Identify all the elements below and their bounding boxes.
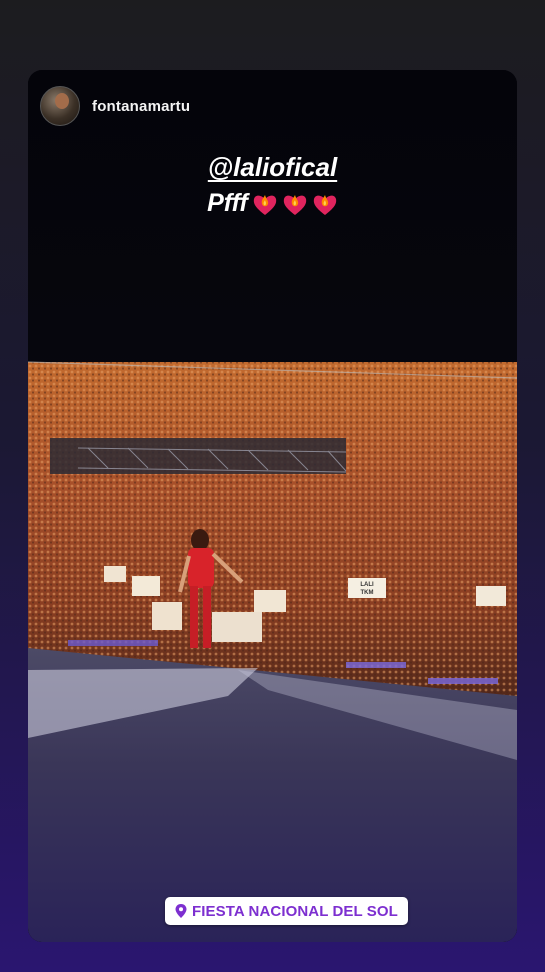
location-label: FIESTA NACIONAL DEL SOL [192,902,398,920]
avatar[interactable] [40,86,80,126]
crowd-sign-text-2: TKM [361,590,374,596]
heart-on-fire-icon [253,194,277,215]
crowd-sign-text-1: LALI [360,582,374,588]
heart-on-fire-icon [283,194,307,215]
caption-text: Pfff [207,189,248,217]
username[interactable]: fontanamartu [92,98,190,115]
heart-on-fire-icon [313,194,337,215]
caption-text-line: Pfff [28,189,517,218]
location-pin-icon [175,904,187,918]
mention-link[interactable]: @laliofical [208,152,337,183]
story-frame[interactable]: LALI TKM fontanamartu @laliofical Pfff F… [28,70,517,942]
location-sticker[interactable]: FIESTA NACIONAL DEL SOL [165,897,408,925]
story-caption: @laliofical Pfff [28,152,517,218]
story-header: fontanamartu [40,86,190,126]
